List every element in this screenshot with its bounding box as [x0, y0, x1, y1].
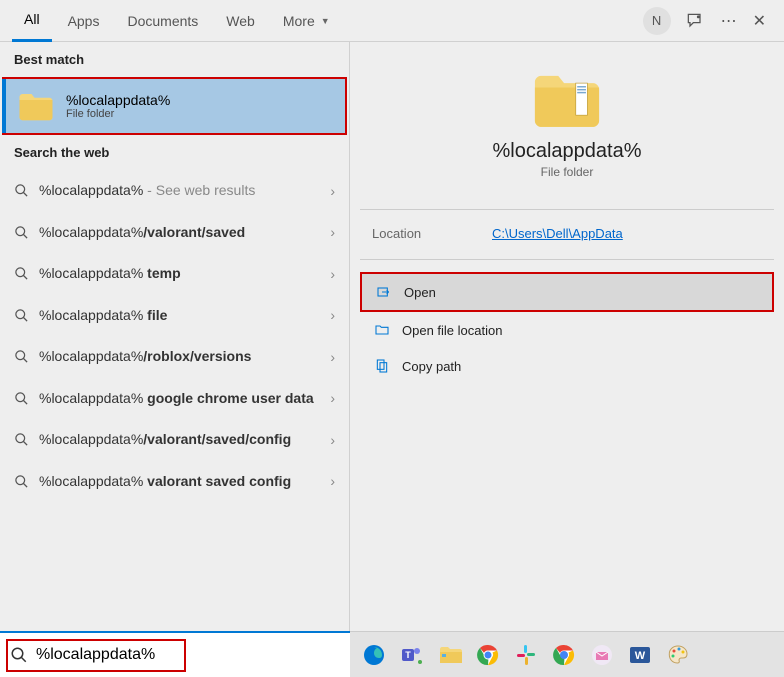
chevron-right-icon: ›	[330, 266, 335, 282]
folder-icon	[532, 70, 602, 128]
search-icon	[14, 225, 29, 240]
action-copy-path[interactable]: Copy path	[360, 348, 774, 384]
copy-icon	[374, 358, 390, 374]
search-icon	[14, 432, 29, 447]
teams-icon[interactable]: T	[398, 641, 426, 669]
open-icon	[376, 284, 392, 300]
web-result[interactable]: %localappdata%/valorant/saved/config ›	[0, 419, 349, 461]
web-result[interactable]: %localappdata% temp ›	[0, 253, 349, 295]
taskbar: T W	[350, 631, 784, 677]
location-link[interactable]: C:\Users\Dell\AppData	[492, 226, 623, 241]
best-match-result[interactable]: %localappdata% File folder	[2, 77, 347, 135]
tab-apps[interactable]: Apps	[56, 0, 112, 42]
action-open[interactable]: Open	[360, 272, 774, 312]
tab-all[interactable]: All	[12, 0, 52, 42]
search-box[interactable]	[0, 631, 350, 677]
slack-icon[interactable]	[512, 641, 540, 669]
svg-text:W: W	[635, 650, 646, 662]
best-match-subtitle: File folder	[66, 108, 170, 120]
user-avatar[interactable]: N	[643, 7, 671, 35]
top-bar: All Apps Documents Web More▼ N ⋯ ✕	[0, 0, 784, 42]
web-result[interactable]: %localappdata% file ›	[0, 295, 349, 337]
folder-open-icon	[374, 322, 390, 338]
chevron-down-icon: ▼	[321, 16, 330, 26]
tab-more[interactable]: More▼	[271, 0, 342, 42]
web-header: Search the web	[0, 135, 349, 170]
tab-documents[interactable]: Documents	[115, 0, 210, 42]
best-match-header: Best match	[0, 42, 349, 77]
svg-text:T: T	[405, 650, 411, 660]
search-input[interactable]	[36, 646, 340, 664]
left-panel: Best match %localappdata% File folder Se…	[0, 42, 350, 631]
preview-panel: %localappdata% File folder Location C:\U…	[350, 42, 784, 631]
web-results-list: %localappdata% - See web results › %loca…	[0, 170, 349, 631]
chrome2-icon[interactable]	[550, 641, 578, 669]
search-icon	[14, 474, 29, 489]
web-result[interactable]: %localappdata% valorant saved config ›	[0, 461, 349, 503]
more-icon[interactable]: ⋯	[719, 11, 739, 31]
chevron-right-icon: ›	[330, 390, 335, 406]
search-icon	[14, 308, 29, 323]
chevron-right-icon: ›	[330, 473, 335, 489]
search-icon	[14, 349, 29, 364]
action-open-file-location[interactable]: Open file location	[360, 312, 774, 348]
chevron-right-icon: ›	[330, 307, 335, 323]
edge-icon[interactable]	[360, 641, 388, 669]
word-icon[interactable]: W	[626, 641, 654, 669]
search-icon	[10, 646, 28, 664]
chevron-right-icon: ›	[330, 349, 335, 365]
web-result[interactable]: %localappdata%/roblox/versions ›	[0, 336, 349, 378]
search-icon	[14, 391, 29, 406]
chrome-icon[interactable]	[474, 641, 502, 669]
preview-subtitle: File folder	[541, 165, 594, 179]
chevron-right-icon: ›	[330, 432, 335, 448]
chevron-right-icon: ›	[330, 224, 335, 240]
paint-icon[interactable]	[664, 641, 692, 669]
mail-icon[interactable]	[588, 641, 616, 669]
feedback-icon[interactable]	[685, 11, 705, 31]
location-label: Location	[372, 226, 492, 241]
web-result[interactable]: %localappdata% - See web results ›	[0, 170, 349, 212]
tab-web[interactable]: Web	[214, 0, 267, 42]
web-result[interactable]: %localappdata%/valorant/saved ›	[0, 212, 349, 254]
close-icon[interactable]: ✕	[753, 11, 766, 31]
web-result[interactable]: %localappdata% google chrome user data ›	[0, 378, 349, 420]
folder-icon	[18, 91, 54, 121]
search-icon	[14, 183, 29, 198]
explorer-icon[interactable]	[436, 641, 464, 669]
best-match-title: %localappdata%	[66, 92, 170, 108]
chevron-right-icon: ›	[330, 183, 335, 199]
search-icon	[14, 266, 29, 281]
preview-title: %localappdata%	[493, 140, 642, 163]
bottom-bar: T W	[0, 631, 784, 677]
